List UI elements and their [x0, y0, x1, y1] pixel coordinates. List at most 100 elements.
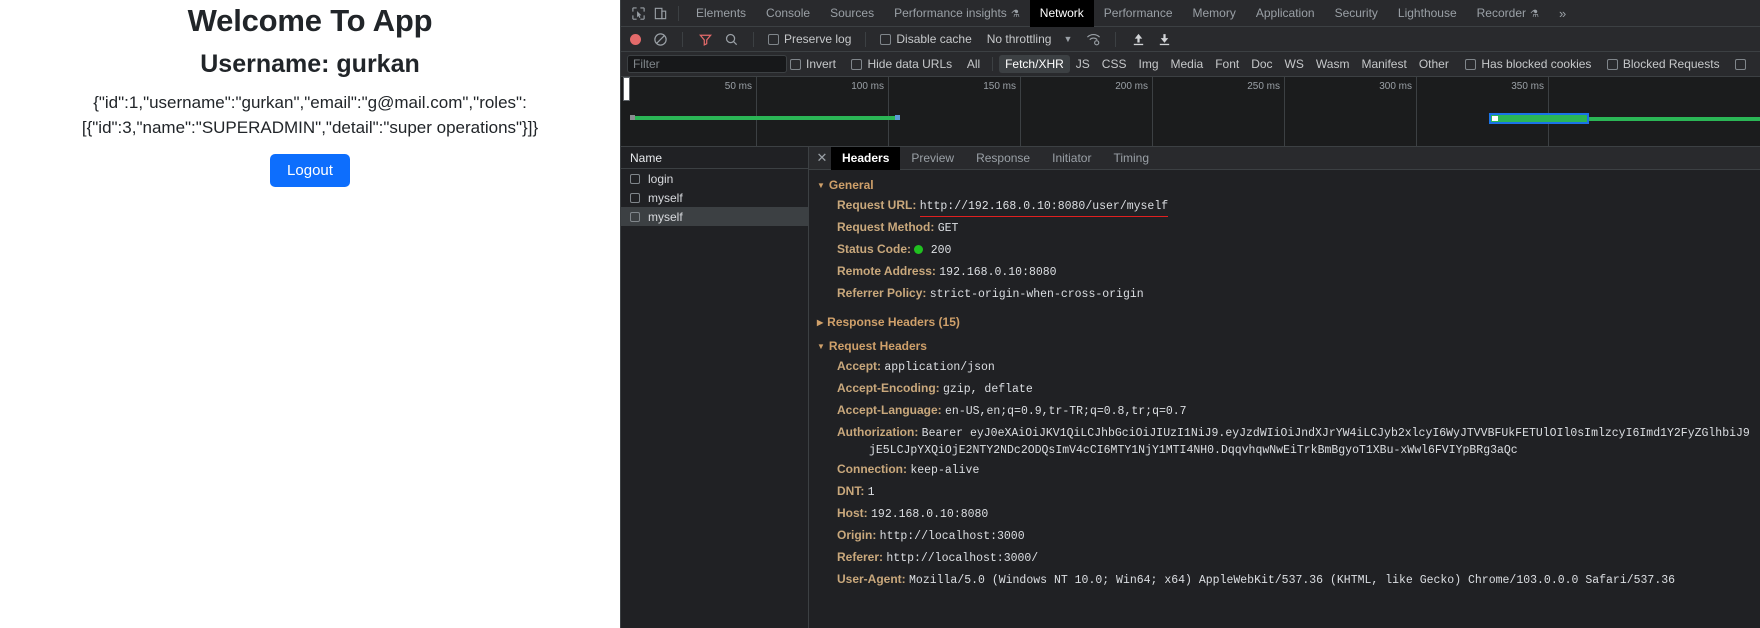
tab-application[interactable]: Application — [1246, 0, 1325, 27]
section-general[interactable]: ▼ General — [809, 175, 1760, 195]
overview-selection-box[interactable] — [1489, 113, 1589, 124]
checkbox-box — [768, 33, 779, 45]
header-value: GET — [937, 222, 959, 235]
tab-performance[interactable]: Performance — [1094, 0, 1183, 27]
header-key: Accept-Encoding: — [837, 381, 940, 395]
filter-input[interactable] — [627, 55, 787, 73]
filter-type-ws[interactable]: WS — [1279, 55, 1310, 73]
tab-network[interactable]: Network — [1029, 0, 1094, 27]
filter-type-manifest[interactable]: Manifest — [1355, 55, 1412, 73]
ctrl-divider-2 — [753, 31, 754, 47]
filter-type-doc[interactable]: Doc — [1245, 55, 1278, 73]
filter-type-img[interactable]: Img — [1132, 55, 1164, 73]
devtools-tabbar: Elements Console Sources Performance ins… — [621, 0, 1760, 27]
header-value: 200 — [930, 244, 952, 257]
headers-pane: ▼ General Request URL: http://192.168.0.… — [809, 170, 1760, 628]
device-toolbar-icon[interactable] — [649, 2, 671, 24]
filter-type-css[interactable]: CSS — [1096, 55, 1133, 73]
has-blocked-cookies-checkbox[interactable]: Has blocked cookies — [1462, 57, 1594, 71]
tab-security[interactable]: Security — [1325, 0, 1388, 27]
header-value: gzip, deflate — [943, 383, 1033, 396]
filter-type-other[interactable]: Other — [1413, 55, 1455, 73]
header-key: Status Code: — [837, 242, 912, 256]
request-checkbox[interactable] — [630, 173, 640, 184]
network-filter-bar: Invert Hide data URLs All Fetch/XHR JS C… — [621, 52, 1760, 77]
triangle-down-icon: ▼ — [817, 180, 825, 190]
filter-icon[interactable] — [694, 28, 716, 50]
request-row-login[interactable]: login — [621, 169, 808, 188]
tab-recorder[interactable]: Recorder ⚗ — [1467, 0, 1549, 27]
invert-checkbox[interactable]: Invert — [787, 57, 839, 71]
overview-tick-50: 50 ms — [621, 77, 757, 146]
close-icon[interactable]: ✕ — [813, 150, 831, 166]
username-heading: Username: gurkan — [200, 50, 420, 79]
request-checkbox-3[interactable] — [630, 211, 640, 222]
filter-type-font[interactable]: Font — [1209, 55, 1245, 73]
request-name: myself — [648, 209, 683, 224]
hide-data-urls-label: Hide data URLs — [867, 57, 953, 71]
filter-type-fetch-xhr[interactable]: Fetch/XHR — [999, 55, 1070, 73]
import-har-icon[interactable] — [1127, 28, 1149, 50]
section-response-headers-label: Response Headers (15) — [827, 315, 960, 329]
filter-type-all[interactable]: All — [961, 55, 986, 73]
checkbox-box-6 — [1606, 58, 1618, 70]
header-key: Remote Address: — [837, 264, 936, 278]
filter-type-media[interactable]: Media — [1165, 55, 1210, 73]
filter-type-js[interactable]: JS — [1070, 55, 1096, 73]
detail-tab-timing[interactable]: Timing — [1102, 147, 1160, 170]
request-row-myself-1[interactable]: myself — [621, 188, 808, 207]
tab-console[interactable]: Console — [756, 0, 820, 27]
checkbox-box-3 — [790, 58, 801, 70]
section-request-headers[interactable]: ▼ Request Headers — [809, 336, 1760, 356]
detail-tab-initiator[interactable]: Initiator — [1041, 147, 1102, 170]
tab-performance-insights-label: Performance insights — [894, 5, 1007, 20]
overview-tick-100: 100 ms — [757, 77, 889, 146]
logout-button[interactable]: Logout — [270, 154, 350, 188]
more-tabs-icon[interactable]: » — [1549, 6, 1576, 21]
user-json-payload: {"id":1,"username":"gurkan","email":"g@m… — [81, 93, 539, 137]
header-authorization-wrap: jE5LCJpYXQiOjE2NTY2NDc2ODQsImV4cCI6MTY1N… — [869, 444, 1518, 457]
header-referrer-policy: Referrer Policy: strict-origin-when-cros… — [809, 283, 1760, 305]
detail-tab-preview[interactable]: Preview — [900, 147, 965, 170]
tab-lighthouse[interactable]: Lighthouse — [1388, 0, 1467, 27]
clear-icon[interactable] — [649, 28, 671, 50]
header-key: Host: — [837, 506, 868, 520]
third-party-checkbox[interactable] — [1732, 58, 1754, 70]
detail-tab-response[interactable]: Response — [965, 147, 1041, 170]
header-key: Referrer Policy: — [837, 286, 927, 300]
header-key: Origin: — [837, 528, 877, 542]
search-icon[interactable] — [720, 28, 742, 50]
inspect-element-icon[interactable] — [627, 2, 649, 24]
header-key: Connection: — [837, 462, 907, 476]
network-conditions-icon[interactable] — [1082, 28, 1104, 50]
network-overview-timeline[interactable]: 50 ms 100 ms 150 ms 200 ms 250 ms 300 ms… — [621, 77, 1760, 147]
detail-tab-headers[interactable]: Headers — [831, 147, 901, 170]
record-button[interactable] — [630, 33, 641, 45]
header-request-method: Request Method: GET — [809, 217, 1760, 239]
tab-memory[interactable]: Memory — [1183, 0, 1246, 27]
devtools-panel: Elements Console Sources Performance ins… — [620, 0, 1760, 628]
tab-sources[interactable]: Sources — [820, 0, 884, 27]
overview-selection-handle — [1492, 116, 1498, 121]
header-value: 192.168.0.10:8080 — [871, 508, 989, 521]
preserve-log-checkbox[interactable]: Preserve log — [765, 32, 854, 46]
invert-label: Invert — [806, 57, 837, 71]
tab-elements[interactable]: Elements — [686, 0, 756, 27]
request-checkbox-2[interactable] — [630, 192, 640, 203]
request-row-myself-2[interactable]: myself — [621, 207, 808, 226]
throttling-select[interactable]: No throttling — [987, 32, 1052, 46]
section-response-headers[interactable]: ▶ Response Headers (15) — [809, 312, 1760, 332]
overview-gridlines: 50 ms 100 ms 150 ms 200 ms 250 ms 300 ms… — [621, 77, 1760, 146]
filter-type-wasm[interactable]: Wasm — [1310, 55, 1356, 73]
overview-tick-250: 250 ms — [1153, 77, 1285, 146]
checkbox-box-2 — [880, 33, 892, 45]
chevron-down-icon[interactable]: ▼ — [1063, 34, 1072, 44]
hide-data-urls-checkbox[interactable]: Hide data URLs — [848, 57, 955, 71]
section-general-label: General — [828, 178, 874, 192]
blocked-requests-checkbox[interactable]: Blocked Requests — [1604, 57, 1723, 71]
tab-performance-insights[interactable]: Performance insights ⚗ — [884, 0, 1030, 27]
disable-cache-checkbox[interactable]: Disable cache — [877, 32, 974, 46]
header-origin: Origin: http://localhost:3000 — [809, 525, 1760, 547]
export-har-icon[interactable] — [1153, 28, 1175, 50]
header-user-agent: User-Agent: Mozilla/5.0 (Windows NT 10.0… — [809, 569, 1760, 591]
